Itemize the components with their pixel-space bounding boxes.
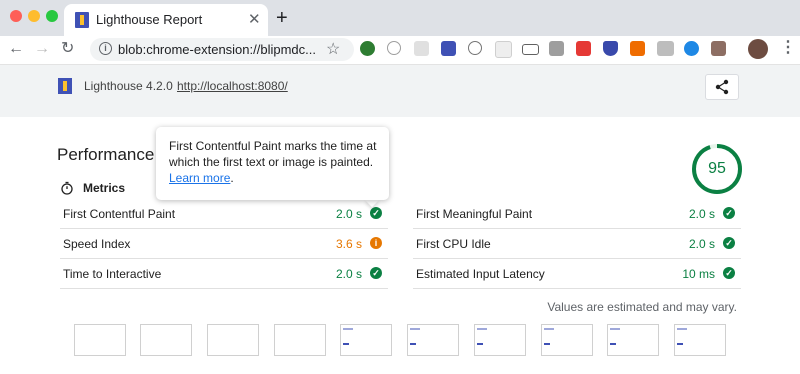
back-button[interactable]: ← <box>8 39 24 59</box>
filmstrip-frame <box>340 324 392 356</box>
metric-row[interactable]: First Meaningful Paint 2.0 s ✓ <box>413 199 741 229</box>
filmstrip-frame <box>407 324 459 356</box>
forward-button[interactable]: → <box>34 39 50 59</box>
metrics-disclaimer: Values are estimated and may vary. <box>547 300 737 314</box>
tested-url-link[interactable]: http://localhost:8080/ <box>177 79 288 93</box>
tab-title: Lighthouse Report <box>96 12 203 27</box>
chrome-menu-icon[interactable]: ⋮ <box>780 38 796 58</box>
info-icon[interactable]: i <box>99 42 112 55</box>
filmstrip-frame <box>474 324 526 356</box>
share-icon <box>715 79 729 95</box>
tooltip-text: First Contentful Paint marks the time at… <box>169 138 379 186</box>
filmstrip-frame <box>140 324 192 356</box>
performance-score: 95 <box>708 160 726 177</box>
extension-icon[interactable] <box>630 41 645 56</box>
pass-check-icon: ✓ <box>723 267 735 279</box>
filmstrip-frame <box>274 324 326 356</box>
new-tab-button[interactable]: + <box>276 7 288 29</box>
report-header: Lighthouse 4.2.0 http://localhost:8080/ <box>0 65 800 117</box>
filmstrip-frame <box>541 324 593 356</box>
learn-more-link[interactable]: Learn more <box>169 171 230 185</box>
metric-row[interactable]: First Contentful Paint 2.0 s ✓ <box>60 199 388 229</box>
url-text[interactable]: blob:chrome-extension://blipmdc... <box>118 42 316 57</box>
pass-check-icon: ✓ <box>370 267 382 279</box>
metric-name: First CPU Idle <box>416 237 491 251</box>
shield-icon[interactable] <box>603 41 618 56</box>
extension-icon[interactable] <box>495 41 512 58</box>
pass-check-icon: ✓ <box>723 237 735 249</box>
tooltip-suffix: . <box>230 171 234 185</box>
lighthouse-version: Lighthouse 4.2.0 <box>84 79 173 93</box>
metric-row[interactable]: First CPU Idle 2.0 s ✓ <box>413 229 741 259</box>
browser-toolbar: ← → ↻ i blob:chrome-extension://blipmdc.… <box>0 36 800 65</box>
metric-value: 2.0 s <box>688 237 715 251</box>
category-title: Performance <box>57 145 155 164</box>
pass-check-icon: ✓ <box>370 207 382 219</box>
lighthouse-logo-icon <box>58 78 72 94</box>
metric-name: First Meaningful Paint <box>416 207 533 221</box>
metric-value: 2.0 s <box>335 267 362 281</box>
metric-tooltip: First Contentful Paint marks the time at… <box>156 127 389 200</box>
reload-button[interactable]: ↻ <box>61 39 74 59</box>
metric-name: Estimated Input Latency <box>416 267 545 281</box>
tab-strip: Lighthouse Report ✕ + <box>0 0 800 36</box>
extension-icon[interactable] <box>360 41 375 56</box>
lighthouse-extension-icon[interactable] <box>441 41 456 56</box>
metrics-heading: Metrics <box>83 181 126 195</box>
filmstrip-frame <box>207 324 259 356</box>
metric-row[interactable]: Estimated Input Latency 10 ms ✓ <box>413 259 741 289</box>
extension-icon[interactable] <box>684 41 699 56</box>
address-bar[interactable]: i blob:chrome-extension://blipmdc... ☆ <box>90 38 354 61</box>
extension-icon[interactable] <box>711 41 726 56</box>
metric-row[interactable]: Time to Interactive 2.0 s ✓ <box>60 259 388 289</box>
extension-icon[interactable] <box>576 41 591 56</box>
bookmark-star-icon[interactable]: ☆ <box>326 39 340 59</box>
close-window-button[interactable] <box>10 10 22 22</box>
tab-close-icon[interactable]: ✕ <box>248 10 261 30</box>
share-button[interactable] <box>705 74 739 100</box>
laptop-icon[interactable] <box>522 44 539 55</box>
metric-value: 2.0 s <box>335 207 362 221</box>
average-info-icon: i <box>370 237 382 249</box>
extension-icon[interactable] <box>414 41 429 56</box>
extension-icon[interactable] <box>468 41 482 55</box>
metric-value: 2.0 s <box>688 207 715 221</box>
maximize-window-button[interactable] <box>46 10 58 22</box>
metric-value: 10 ms <box>682 267 715 281</box>
minimize-window-button[interactable] <box>28 10 40 22</box>
filmstrip-frame <box>674 324 726 356</box>
pass-check-icon: ✓ <box>723 207 735 219</box>
browser-tab[interactable]: Lighthouse Report ✕ <box>64 4 268 36</box>
lighthouse-favicon-icon <box>75 12 89 28</box>
filmstrip-frame <box>74 324 126 356</box>
metric-name: First Contentful Paint <box>63 207 176 221</box>
metric-name: Speed Index <box>63 237 131 251</box>
extension-icon[interactable] <box>549 41 564 56</box>
stopwatch-icon <box>61 181 73 195</box>
filmstrip-frame <box>607 324 659 356</box>
metric-value: 3.6 s <box>335 237 362 251</box>
tooltip-description: First Contentful Paint marks the time at… <box>169 139 377 169</box>
metric-name: Time to Interactive <box>63 267 162 281</box>
metric-row[interactable]: Speed Index 3.6 s i <box>60 229 388 259</box>
profile-avatar[interactable] <box>748 39 768 59</box>
extension-icon[interactable] <box>387 41 401 55</box>
crx-icon[interactable] <box>657 41 674 56</box>
